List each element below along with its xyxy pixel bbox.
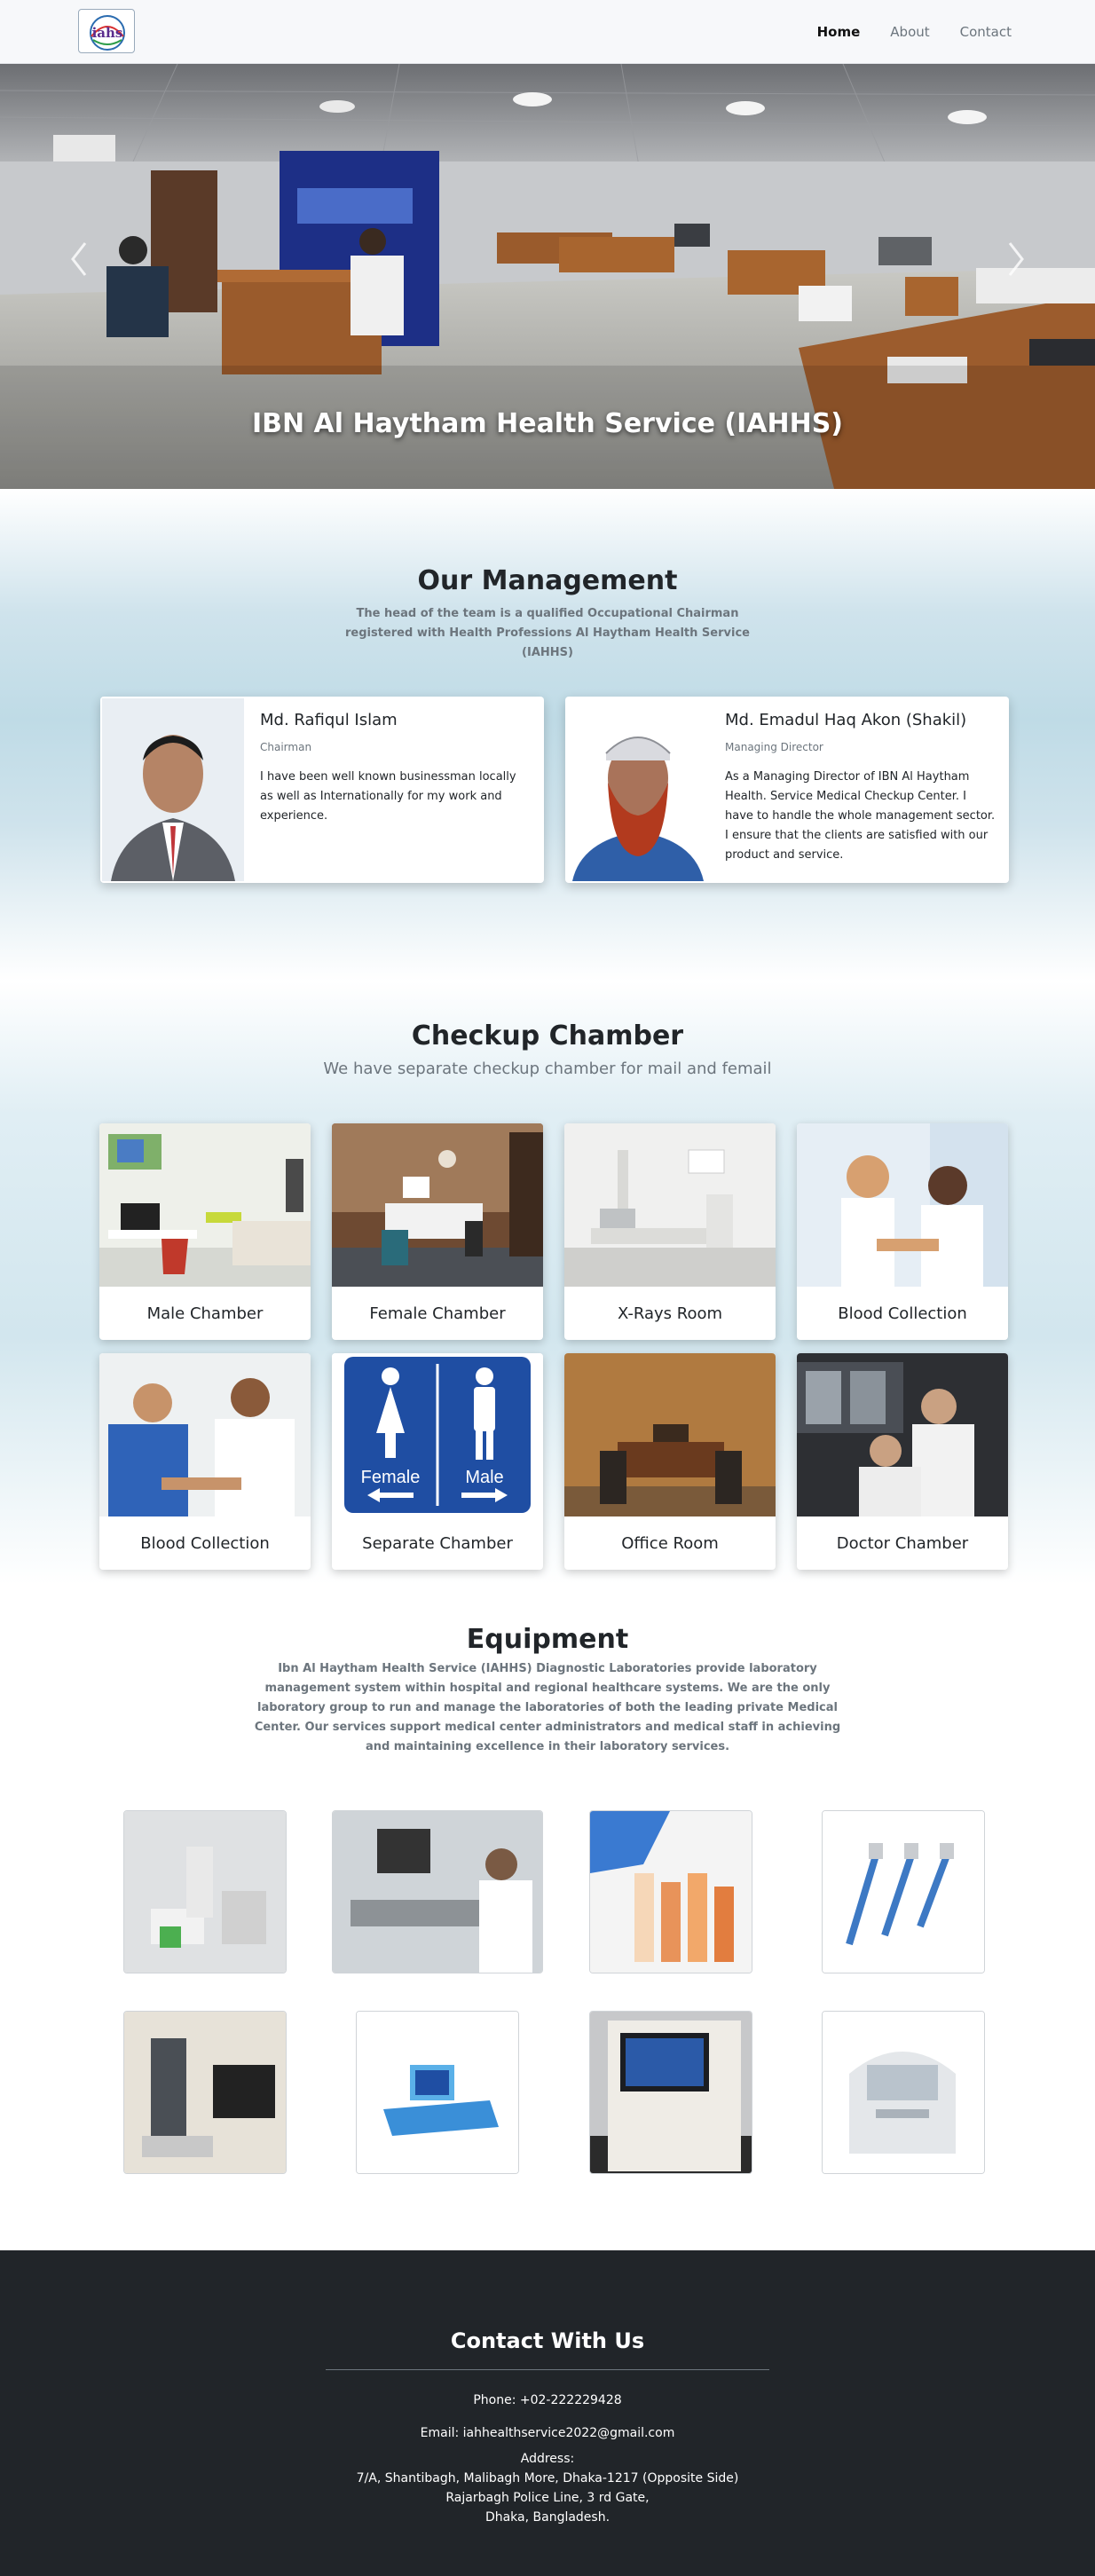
equipment-image-microscope bbox=[123, 1810, 287, 1973]
chamber-label: Female Chamber bbox=[369, 1304, 506, 1323]
contact-address-line: 7/A, Shantibagh, Malibagh More, Dhaka-12… bbox=[356, 2471, 739, 2485]
office-room-image bbox=[564, 1353, 776, 1516]
equipment-image-pipettes bbox=[822, 1810, 985, 1973]
microscope-image bbox=[124, 1811, 286, 1973]
management-section: Our Management The head of the team is a… bbox=[0, 489, 1095, 981]
blood-collection-image bbox=[797, 1123, 1008, 1287]
sign-male-text: Male bbox=[465, 1468, 503, 1487]
checkup-title: Checkup Chamber bbox=[411, 1020, 684, 1052]
hero-carousel: IBN Al Haytham Health Service (IAHHS) bbox=[0, 64, 1095, 489]
chairman-photo bbox=[102, 698, 244, 881]
chamber-label: Separate Chamber bbox=[362, 1533, 513, 1553]
lab-technician-image bbox=[333, 1811, 542, 1973]
contact-address-line: Rajarbagh Police Line, 3 rd Gate, bbox=[445, 2491, 650, 2505]
chamber-label: Office Room bbox=[621, 1533, 719, 1553]
logo-text: iahs bbox=[92, 25, 123, 41]
equipment-description: Ibn Al Haytham Health Service (IAHHS) Di… bbox=[254, 1662, 841, 1753]
pipettes-image bbox=[823, 1811, 984, 1973]
chamber-card-xray[interactable]: X-Rays Room bbox=[564, 1123, 776, 1340]
hero-caption: IBN Al Haytham Health Service (IAHHS) bbox=[251, 408, 844, 439]
equipment-image-lab-technician bbox=[332, 1810, 543, 1973]
nav-links: Home About Contact bbox=[817, 0, 1012, 64]
male-chamber-image bbox=[99, 1123, 311, 1287]
manager-role: Chairman bbox=[260, 741, 312, 753]
equipment-image-lab-microscope bbox=[123, 2011, 287, 2174]
separate-chamber-sign-image: Female Male bbox=[332, 1353, 543, 1516]
nav-home-link[interactable]: Home bbox=[817, 24, 861, 40]
footer-divider bbox=[326, 2369, 769, 2370]
management-subtitle: The head of the team is a qualified Occu… bbox=[345, 607, 750, 659]
equipment-image-chemistry-analyzer bbox=[822, 2011, 985, 2174]
site-logo[interactable]: iahs bbox=[78, 9, 135, 53]
contact-address-line: Dhaka, Bangladesh. bbox=[484, 2510, 611, 2525]
chamber-card-female[interactable]: Female Chamber bbox=[332, 1123, 543, 1340]
logo-graphic: iahs bbox=[90, 15, 125, 51]
nav-about-link[interactable]: About bbox=[890, 24, 929, 40]
manager-role: Managing Director bbox=[725, 741, 823, 753]
equipment-image-hematology-analyzer bbox=[589, 2011, 752, 2174]
carousel-prev-button[interactable] bbox=[62, 232, 98, 286]
manager-card-chairman: Md. Rafiqul Islam Chairman I have been w… bbox=[100, 697, 544, 883]
checkup-chamber-section: Checkup Chamber We have separate checkup… bbox=[0, 981, 1095, 1585]
chamber-label: Doctor Chamber bbox=[836, 1533, 969, 1553]
manager-description: As a Managing Director of IBN Al Haytham… bbox=[725, 770, 996, 862]
test-tubes-image bbox=[590, 1811, 752, 1973]
footer-contact: Contact With Us Phone: +02-222229428 Ema… bbox=[0, 2250, 1095, 2576]
carousel-next-button[interactable] bbox=[997, 232, 1033, 286]
manager-description: I have been well known businessman local… bbox=[260, 770, 516, 823]
equipment-image-test-tubes bbox=[589, 1810, 752, 1973]
contact-title: Contact With Us bbox=[450, 2328, 645, 2353]
chamber-card-blood-collection[interactable]: Blood Collection bbox=[797, 1123, 1008, 1340]
chamber-label: Blood Collection bbox=[838, 1304, 967, 1323]
managing-director-photo bbox=[567, 698, 709, 881]
navbar: iahs Home About Contact bbox=[0, 0, 1095, 64]
lab-microscope-image bbox=[124, 2012, 286, 2173]
contact-email[interactable]: Email: iahhealthservice2022@gmail.com bbox=[0, 2423, 1095, 2443]
chamber-card-office[interactable]: Office Room bbox=[564, 1353, 776, 1570]
manager-name: Md. Emadul Haq Akon (Shakil) bbox=[725, 711, 967, 729]
nav-contact-link[interactable]: Contact bbox=[960, 24, 1012, 40]
management-title: Our Management bbox=[417, 565, 678, 596]
x-ray-room-image bbox=[564, 1123, 776, 1287]
blood-collection-image bbox=[99, 1353, 311, 1516]
female-chamber-image bbox=[332, 1123, 543, 1287]
chamber-card-male[interactable]: Male Chamber bbox=[99, 1123, 311, 1340]
chevron-left-icon bbox=[71, 242, 87, 276]
chevron-right-icon bbox=[1008, 242, 1024, 276]
equipment-title: Equipment bbox=[466, 1624, 629, 1655]
hematology-analyzer-image bbox=[590, 2012, 752, 2173]
contact-phone[interactable]: Phone: +02-222229428 bbox=[0, 2391, 1095, 2410]
checkup-subtitle: We have separate checkup chamber for mai… bbox=[323, 1060, 772, 1078]
chamber-label: Male Chamber bbox=[146, 1304, 264, 1323]
chamber-card-doctor[interactable]: Doctor Chamber bbox=[797, 1353, 1008, 1570]
chamber-label: X-Rays Room bbox=[617, 1304, 723, 1323]
manager-card-managing-director: Md. Emadul Haq Akon (Shakil) Managing Di… bbox=[565, 697, 1009, 883]
blue-analyzer-image bbox=[357, 2012, 518, 2173]
equipment-image-analyzer bbox=[356, 2011, 519, 2174]
chamber-label: Blood Collection bbox=[140, 1533, 270, 1553]
doctor-chamber-image bbox=[797, 1353, 1008, 1516]
contact-address-label: Address: bbox=[520, 2452, 575, 2466]
sign-female-text: Female bbox=[361, 1468, 421, 1487]
manager-name: Md. Rafiqul Islam bbox=[260, 711, 398, 729]
chamber-card-blood-collection-2[interactable]: Blood Collection bbox=[99, 1353, 311, 1570]
chamber-card-separate[interactable]: Female Male Separate Chamber bbox=[332, 1353, 543, 1570]
chemistry-analyzer-image bbox=[823, 2012, 984, 2173]
